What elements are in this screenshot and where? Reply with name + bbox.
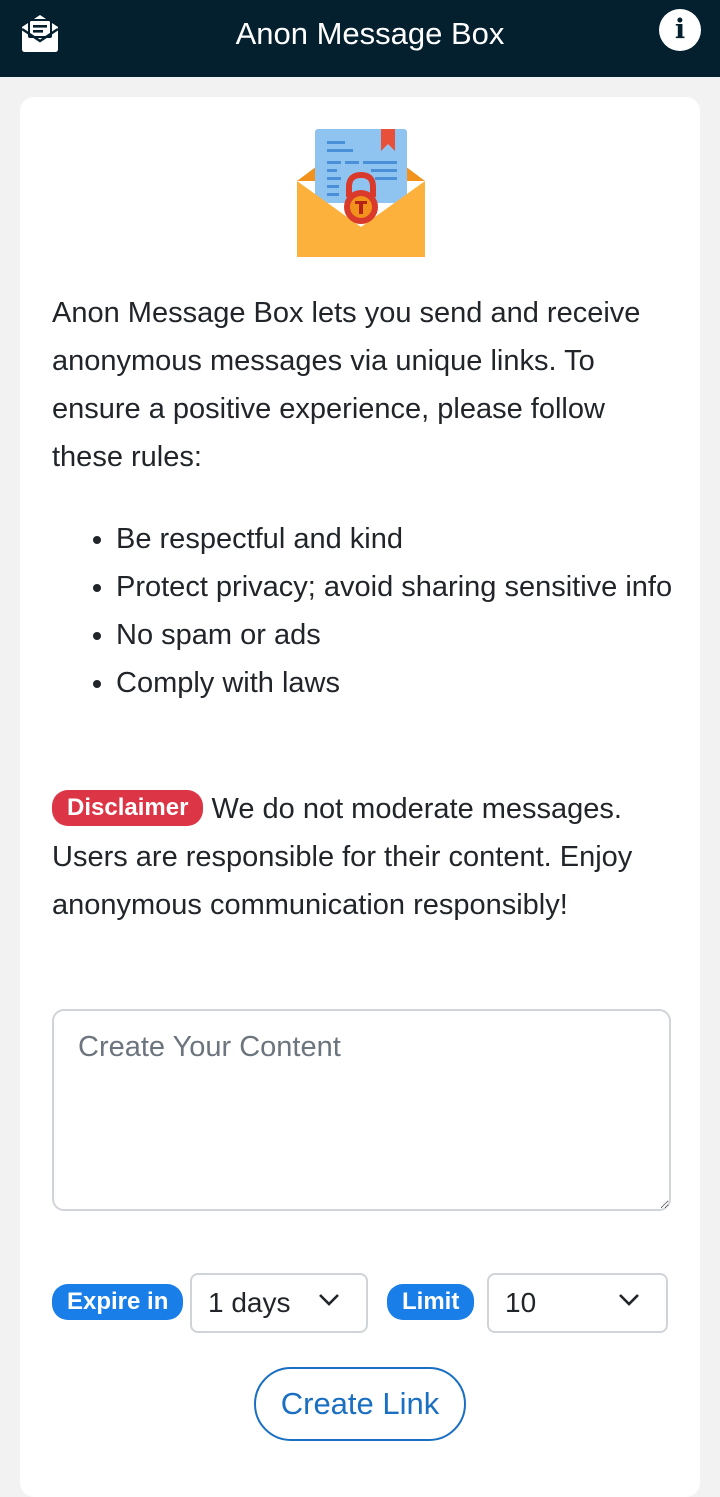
limit-value: 10	[505, 1287, 537, 1318]
create-link-button[interactable]: Create Link	[254, 1367, 466, 1441]
main-card: Anon Message Box lets you send and recei…	[20, 97, 700, 1497]
rule-item: Protect privacy; avoid sharing sensitive…	[116, 563, 716, 611]
limit-select[interactable]: 10	[487, 1273, 668, 1333]
rules-list: Be respectful and kind Protect privacy; …	[84, 515, 716, 707]
page-title: Anon Message Box	[235, 16, 505, 51]
rule-item: Comply with laws	[116, 659, 716, 707]
expire-value: 1 days	[208, 1287, 291, 1318]
expire-label: Expire in	[52, 1284, 184, 1320]
chevron-down-icon	[319, 1294, 339, 1306]
limit-label: Limit	[387, 1284, 475, 1320]
rule-item: No spam or ads	[116, 611, 716, 659]
content-input[interactable]	[52, 1009, 671, 1211]
disclaimer: Disclaimer We do not moderate messages. …	[52, 785, 682, 929]
intro-text: Anon Message Box lets you send and recei…	[52, 297, 641, 473]
rule-item: Be respectful and kind	[116, 515, 716, 563]
disclaimer-badge: Disclaimer	[52, 790, 204, 826]
chevron-down-icon	[619, 1294, 639, 1306]
info-icon[interactable]: i	[659, 9, 701, 51]
secure-envelope-icon	[297, 129, 425, 257]
app-header: Anon Message Box i	[0, 0, 720, 77]
expire-select[interactable]: 1 days	[190, 1273, 368, 1333]
